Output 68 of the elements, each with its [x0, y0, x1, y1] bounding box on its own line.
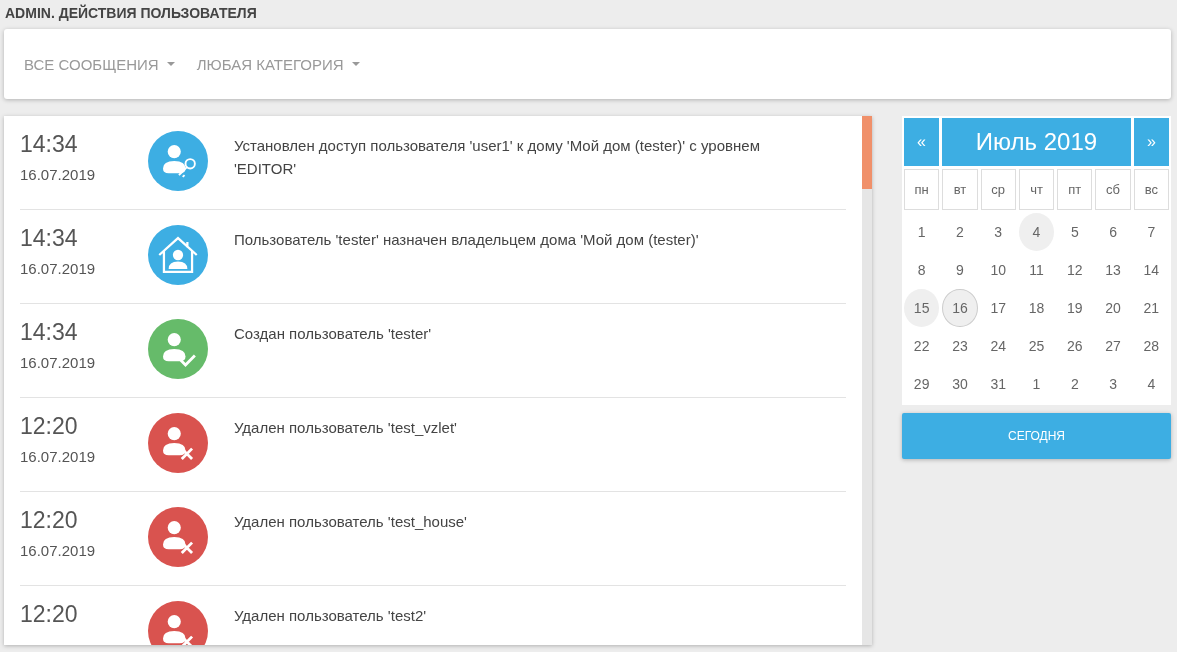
house-user-icon [148, 225, 208, 285]
event-message: Пользователь 'tester' назначен владельцем дома 'Мой дом (tester)' [234, 230, 700, 250]
calendar-day[interactable]: 29 [904, 365, 940, 403]
calendar-day[interactable]: 30 [942, 365, 978, 403]
weekday-header: ср [980, 169, 1016, 210]
calendar-day[interactable]: 23 [942, 327, 978, 365]
calendar-day[interactable]: 19 [1057, 289, 1093, 327]
user-remove-icon [148, 507, 208, 567]
calendar-day[interactable]: 17 [980, 289, 1016, 327]
weekday-header: чт [1018, 169, 1055, 210]
calendar-day[interactable]: 2 [1057, 365, 1093, 403]
calendar-day[interactable]: 20 [1095, 289, 1131, 327]
calendar-day[interactable]: 1 [1018, 365, 1055, 403]
event-date: 16.07.2019 [20, 260, 97, 277]
calendar-day[interactable]: 25 [1018, 327, 1055, 365]
calendar-day[interactable]: 22 [904, 327, 940, 365]
event-message: Удален пользователь 'test_vzlet' [234, 418, 458, 438]
event-message: Удален пользователь 'test2' [234, 606, 428, 626]
weekday-header: пн [904, 169, 940, 210]
calendar-day[interactable]: 24 [980, 327, 1016, 365]
calendar-day[interactable]: 8 [904, 251, 940, 289]
calendar-day[interactable]: 18 [1018, 289, 1055, 327]
calendar-day[interactable]: 4 [1018, 213, 1055, 251]
weekday-header: вс [1133, 169, 1169, 210]
user-check-icon [148, 319, 208, 379]
caret-icon [166, 62, 175, 66]
calendar-day[interactable]: 7 [1133, 213, 1169, 251]
calendar-day[interactable]: 4 [1133, 365, 1169, 403]
event-date: 16.07.2019 [20, 166, 97, 183]
event-time: 12:20 [20, 601, 79, 629]
event-date: 16.07.2019 [20, 448, 97, 465]
event-time: 14:34 [20, 225, 79, 253]
calendar-day[interactable]: 14 [1133, 251, 1169, 289]
calendar-day[interactable]: 6 [1095, 213, 1131, 251]
scrollbar[interactable] [862, 116, 872, 645]
weekday-header: пт [1057, 169, 1093, 210]
calendar-day[interactable]: 28 [1133, 327, 1169, 365]
calendar-day[interactable]: 31 [980, 365, 1016, 403]
user-remove-icon [148, 413, 208, 473]
page-title: ADMIN. ДЕЙСТВИЯ ПОЛЬЗОВАТЕЛЯ [4, 3, 258, 23]
calendar-day[interactable]: 11 [1018, 251, 1055, 289]
calendar-day[interactable]: 9 [942, 251, 978, 289]
calendar-day[interactable]: 2 [942, 213, 978, 251]
calendar-day[interactable]: 3 [1095, 365, 1131, 403]
event-date: 16.07.2019 [20, 354, 97, 371]
event-message: Установлен доступ пользователя 'user1' к дому 'Мой дом (tester)' с уровнем 'EDITOR' [234, 136, 761, 179]
calendar-day[interactable]: 1 [904, 213, 940, 251]
calendar-day[interactable]: 15 [904, 289, 940, 327]
calendar-day[interactable]: 16 [942, 289, 978, 327]
event-time: 14:34 [20, 319, 79, 347]
calendar-day[interactable]: 26 [1057, 327, 1093, 365]
calendar-day[interactable]: 10 [980, 251, 1016, 289]
weekday-header: вт [942, 169, 978, 210]
calendar-day[interactable]: 21 [1133, 289, 1169, 327]
calendar-day[interactable]: 3 [980, 213, 1016, 251]
calendar-day[interactable]: 5 [1057, 213, 1093, 251]
scrollbar-thumb[interactable] [862, 116, 872, 189]
caret-icon [351, 62, 360, 66]
calendar-day[interactable]: 12 [1057, 251, 1093, 289]
event-message: Создан пользователь 'tester' [234, 324, 433, 344]
event-date: 16.07.2019 [20, 542, 97, 559]
event-time: 12:20 [20, 413, 79, 441]
event-time: 12:20 [20, 507, 79, 535]
event-time: 14:34 [20, 131, 79, 159]
calendar-day[interactable]: 13 [1095, 251, 1131, 289]
calendar-day[interactable]: 27 [1095, 327, 1131, 365]
event-message: Удален пользователь 'test_house' [234, 512, 468, 532]
weekday-header: сб [1095, 169, 1131, 210]
